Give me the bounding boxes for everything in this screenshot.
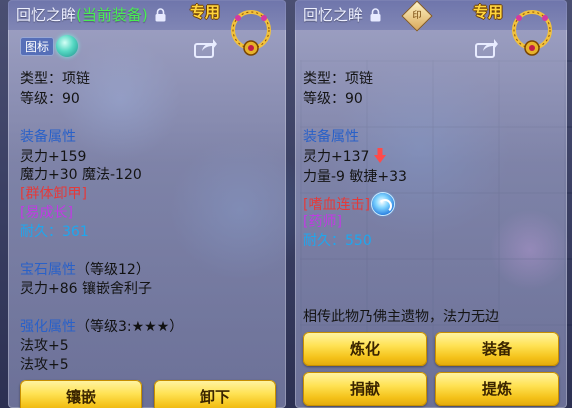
necklace-icon bbox=[507, 6, 557, 62]
gem-orb-icon bbox=[56, 35, 79, 57]
inlay-button[interactable]: 镶嵌 bbox=[20, 380, 142, 408]
necklace-icon bbox=[226, 6, 276, 62]
donate-button[interactable]: 捐献 bbox=[303, 372, 427, 406]
item-type: 类型：项链 bbox=[303, 71, 373, 87]
icon-toggle[interactable]: 图标 bbox=[20, 35, 84, 57]
skill-icon[interactable] bbox=[371, 193, 394, 215]
seal-icon: 印 bbox=[402, 1, 432, 31]
item-name: 回忆之眸 bbox=[16, 6, 77, 24]
icon-label: 图标 bbox=[20, 36, 55, 56]
gem-header: 宝石属性 bbox=[20, 262, 76, 278]
enhance-line: 法攻+5 bbox=[20, 338, 69, 354]
lock-icon[interactable] bbox=[370, 8, 381, 26]
gem-attr: 宝石属性（等级12） bbox=[20, 261, 150, 279]
item-description: 相传此物乃佛主遗物，法力无边 bbox=[303, 309, 499, 325]
exclusive-tag: 专用 bbox=[190, 3, 221, 21]
arrow-down-icon bbox=[373, 148, 386, 169]
gem-stat: 灵力+86 镶嵌舍利子 bbox=[20, 281, 152, 297]
refine-button[interactable]: 炼化 bbox=[303, 332, 427, 366]
item-name: 回忆之眸 bbox=[303, 6, 364, 24]
special-effect: [群体卸甲] bbox=[20, 186, 87, 202]
enhance-line: 法攻+5 bbox=[20, 357, 69, 373]
item-level: 等级：90 bbox=[303, 91, 363, 107]
durability: 耐久：361 bbox=[20, 223, 89, 241]
enhance-header: 强化属性 bbox=[20, 319, 76, 335]
special-skill: [药师] bbox=[303, 214, 342, 230]
item-type: 类型：项链 bbox=[20, 71, 90, 87]
seal-label: 印 bbox=[412, 11, 422, 21]
exclusive-tag: 专用 bbox=[473, 3, 504, 21]
equipped-item-tooltip: 回忆之眸(当前装备) 专用 图标 类型：项链 等级：90 装备属性 灵力+159… bbox=[8, 0, 286, 408]
special-skill: [易成长] bbox=[20, 205, 73, 221]
stat-line: 灵力+159 bbox=[20, 149, 87, 165]
stat-line: 力量-9 敏捷+33 bbox=[303, 169, 407, 185]
special-effect-row: [嗜血连击] bbox=[303, 193, 394, 215]
durability-value: 550 bbox=[345, 233, 372, 249]
stat-line: 灵力+137 bbox=[303, 148, 386, 169]
unequip-button[interactable]: 卸下 bbox=[154, 380, 276, 408]
item-title: 回忆之眸(当前装备) bbox=[16, 4, 166, 26]
item-level: 等级：90 bbox=[20, 91, 80, 107]
gem-level: （等级12） bbox=[76, 262, 150, 278]
item-title: 回忆之眸 bbox=[303, 4, 381, 26]
current-equip-status: (当前装备) bbox=[76, 6, 148, 24]
enhance-level: （等级3:★★★） bbox=[76, 319, 184, 335]
durability: 耐久：550 bbox=[303, 232, 372, 250]
durability-label: 耐久： bbox=[303, 233, 345, 249]
enhance-attr: 强化属性（等级3:★★★） bbox=[20, 318, 183, 336]
durability-value: 361 bbox=[62, 224, 89, 240]
lock-icon[interactable] bbox=[155, 8, 166, 26]
durability-label: 耐久： bbox=[20, 224, 62, 240]
stat-value: 灵力+137 bbox=[303, 149, 370, 165]
stat-line: 魔力+30 魔法-120 bbox=[20, 167, 142, 183]
compare-item-tooltip: 回忆之眸 印 专用 类型：项链 等级：90 装备属性 灵力+137 力量-9 敏… bbox=[295, 0, 567, 408]
share-icon[interactable] bbox=[194, 38, 218, 62]
equip-attr-header: 装备属性 bbox=[20, 129, 76, 145]
special-effect: [嗜血连击] bbox=[303, 197, 370, 213]
equip-button[interactable]: 装备 bbox=[435, 332, 559, 366]
extract-button[interactable]: 提炼 bbox=[435, 372, 559, 406]
equip-attr-header: 装备属性 bbox=[303, 129, 359, 145]
share-icon[interactable] bbox=[475, 38, 499, 62]
